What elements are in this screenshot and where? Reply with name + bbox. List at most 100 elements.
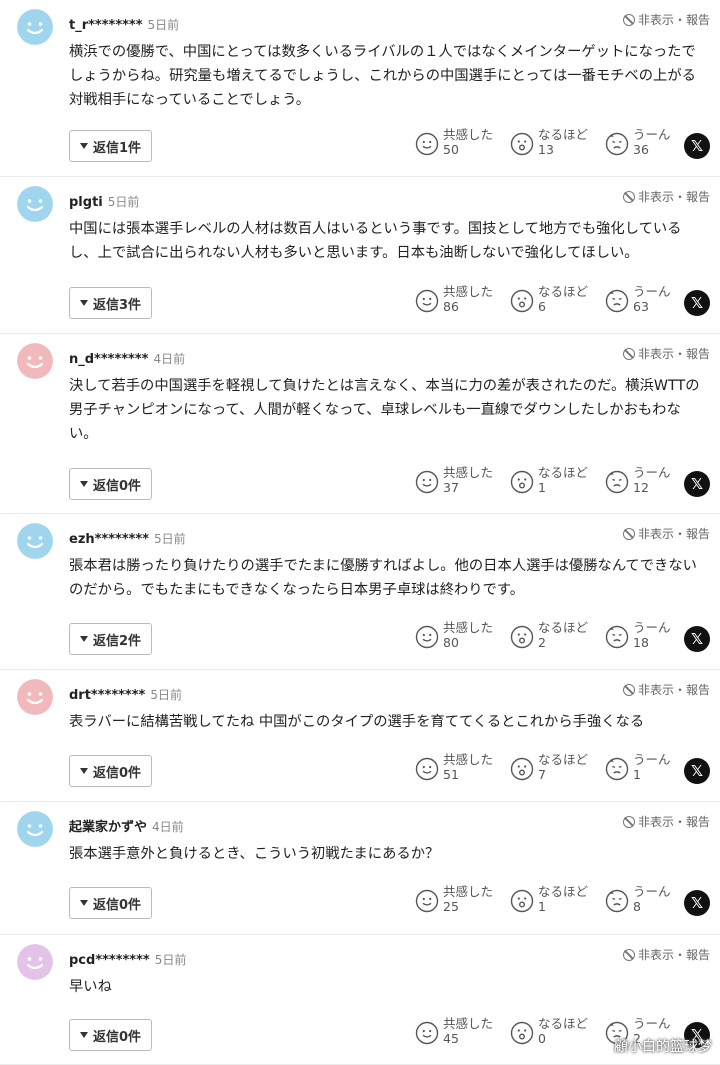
username[interactable]: 起業家かずや bbox=[69, 820, 147, 835]
x-share-button[interactable]: 𝕏 bbox=[684, 626, 710, 652]
reaction-label: 共感した bbox=[443, 620, 494, 635]
comment-header: pcd******** 5日前 bbox=[69, 949, 186, 968]
indeed-reaction-button[interactable]: なるほど 1 bbox=[510, 884, 588, 914]
reply-toggle-button[interactable]: 返信0件 bbox=[69, 468, 152, 500]
username[interactable]: pcd******** bbox=[69, 953, 150, 968]
comment-text: 横浜での優勝で、中国にとっては数多くいるライバルの１人ではなくメインターゲットに… bbox=[69, 44, 696, 108]
username[interactable]: drt******** bbox=[69, 688, 145, 703]
x-share-button[interactable]: 𝕏 bbox=[684, 890, 710, 916]
sympathy-reaction-button[interactable]: 共感した 86 bbox=[415, 284, 493, 314]
indeed-reaction-button[interactable]: なるほど 7 bbox=[510, 752, 588, 782]
ban-icon bbox=[622, 347, 635, 360]
comment-text: 決して若手の中国選手を軽視して負けたとは言えなく、本当に力の差が表されたのだ。横… bbox=[69, 378, 700, 442]
x-share-button[interactable]: 𝕏 bbox=[684, 758, 710, 784]
x-share-button[interactable]: 𝕏 bbox=[684, 290, 710, 316]
timestamp: 5日前 bbox=[107, 195, 140, 209]
sympathy-face-icon bbox=[415, 889, 439, 913]
avatar[interactable] bbox=[17, 679, 53, 715]
reaction-count: 7 bbox=[538, 767, 546, 782]
comment-text: 早いね bbox=[69, 979, 112, 995]
x-logo-icon: 𝕏 bbox=[690, 294, 704, 312]
reply-toggle-button[interactable]: 返信0件 bbox=[69, 1019, 152, 1051]
comment-item: plgti 5日前 非表示・報告 中国には張本選手レベルの人材は数百人はいるという事で… bbox=[0, 177, 720, 334]
indeed-reaction-button[interactable]: なるほど 0 bbox=[510, 1016, 588, 1046]
reaction-count: 1 bbox=[633, 767, 641, 782]
triangle-down-icon bbox=[79, 300, 88, 306]
reply-toggle-button[interactable]: 返信2件 bbox=[69, 623, 152, 655]
reaction-count: 2 bbox=[538, 635, 546, 650]
indeed-reaction-button[interactable]: なるほど 2 bbox=[510, 620, 588, 650]
indeed-reaction-button[interactable]: なるほど 13 bbox=[510, 127, 588, 157]
sympathy-face-icon bbox=[415, 757, 439, 781]
hmm-reaction-button[interactable]: うーん 18 bbox=[605, 620, 671, 650]
hide-report-link[interactable]: 非表示・報告 bbox=[622, 345, 710, 362]
username[interactable]: plgti bbox=[69, 195, 103, 210]
avatar[interactable] bbox=[17, 343, 53, 379]
hide-report-link[interactable]: 非表示・報告 bbox=[622, 946, 710, 963]
reaction-count: 13 bbox=[538, 142, 554, 157]
reaction-count: 18 bbox=[633, 635, 649, 650]
hide-report-label: 非表示・報告 bbox=[637, 190, 710, 204]
hmm-reaction-button[interactable]: うーん 36 bbox=[605, 127, 671, 157]
x-share-button[interactable]: 𝕏 bbox=[684, 133, 710, 159]
username[interactable]: ezh******** bbox=[69, 532, 149, 547]
hide-report-link[interactable]: 非表示・報告 bbox=[622, 681, 710, 698]
username[interactable]: n_d******** bbox=[69, 352, 148, 367]
sympathy-reaction-button[interactable]: 共感した 80 bbox=[415, 620, 493, 650]
hide-report-label: 非表示・報告 bbox=[637, 683, 710, 697]
sympathy-reaction-button[interactable]: 共感した 25 bbox=[415, 884, 493, 914]
hide-report-link[interactable]: 非表示・報告 bbox=[622, 11, 710, 28]
sympathy-reaction-button[interactable]: 共感した 45 bbox=[415, 1016, 493, 1046]
reaction-label: なるほど bbox=[538, 127, 589, 142]
sympathy-reaction-button[interactable]: 共感した 50 bbox=[415, 127, 493, 157]
sympathy-reaction-button[interactable]: 共感した 51 bbox=[415, 752, 493, 782]
comment-item: t_r******** 5日前 非表示・報告 横浜での優勝で、中国にとっては数多くいる… bbox=[0, 0, 720, 177]
hmm-reaction-button[interactable]: うーん 8 bbox=[605, 884, 671, 914]
indeed-face-icon bbox=[510, 625, 534, 649]
reaction-count: 0 bbox=[538, 1031, 546, 1046]
reply-count-label: 返信2件 bbox=[92, 633, 142, 649]
ban-icon bbox=[622, 948, 635, 961]
triangle-down-icon bbox=[79, 636, 88, 642]
reaction-count: 25 bbox=[443, 899, 459, 914]
reply-toggle-button[interactable]: 返信0件 bbox=[69, 755, 152, 787]
sympathy-reaction-button[interactable]: 共感した 37 bbox=[415, 465, 493, 495]
x-logo-icon: 𝕏 bbox=[690, 762, 704, 780]
reaction-label: うーん bbox=[633, 1016, 671, 1031]
avatar[interactable] bbox=[17, 944, 53, 980]
x-logo-icon: 𝕏 bbox=[690, 894, 704, 912]
reaction-count: 80 bbox=[443, 635, 459, 650]
hmm-reaction-button[interactable]: うーん 63 bbox=[605, 284, 671, 314]
comment-header: 起業家かずや 4日前 bbox=[69, 816, 184, 835]
timestamp: 4日前 bbox=[152, 820, 184, 834]
username[interactable]: t_r******** bbox=[69, 18, 143, 33]
reply-toggle-button[interactable]: 返信1件 bbox=[69, 130, 152, 162]
timestamp: 5日前 bbox=[150, 688, 182, 702]
avatar[interactable] bbox=[17, 186, 53, 222]
x-share-button[interactable]: 𝕏 bbox=[684, 471, 710, 497]
reply-count-label: 返信0件 bbox=[92, 1029, 142, 1045]
avatar[interactable] bbox=[17, 9, 53, 45]
indeed-face-icon bbox=[510, 889, 534, 913]
ban-icon bbox=[622, 815, 635, 828]
hide-report-link[interactable]: 非表示・報告 bbox=[622, 813, 710, 830]
hmm-face-icon bbox=[605, 289, 629, 313]
reaction-label: なるほど bbox=[538, 284, 589, 299]
hide-report-link[interactable]: 非表示・報告 bbox=[622, 525, 710, 542]
avatar[interactable] bbox=[17, 811, 53, 847]
hide-report-link[interactable]: 非表示・報告 bbox=[622, 188, 710, 205]
indeed-reaction-button[interactable]: なるほど 1 bbox=[510, 465, 588, 495]
hmm-face-icon bbox=[605, 889, 629, 913]
avatar[interactable] bbox=[17, 523, 53, 559]
reaction-count: 63 bbox=[633, 299, 649, 314]
comment-header: ezh******** 5日前 bbox=[69, 528, 186, 547]
reaction-label: 共感した bbox=[443, 1016, 494, 1031]
reply-toggle-button[interactable]: 返信0件 bbox=[69, 887, 152, 919]
timestamp: 4日前 bbox=[153, 352, 186, 366]
reply-toggle-button[interactable]: 返信3件 bbox=[69, 287, 152, 319]
hmm-reaction-button[interactable]: うーん 12 bbox=[605, 465, 671, 495]
reply-count-label: 返信1件 bbox=[92, 140, 142, 156]
reaction-label: なるほど bbox=[538, 884, 589, 899]
hmm-reaction-button[interactable]: うーん 1 bbox=[605, 752, 671, 782]
indeed-reaction-button[interactable]: なるほど 6 bbox=[510, 284, 588, 314]
